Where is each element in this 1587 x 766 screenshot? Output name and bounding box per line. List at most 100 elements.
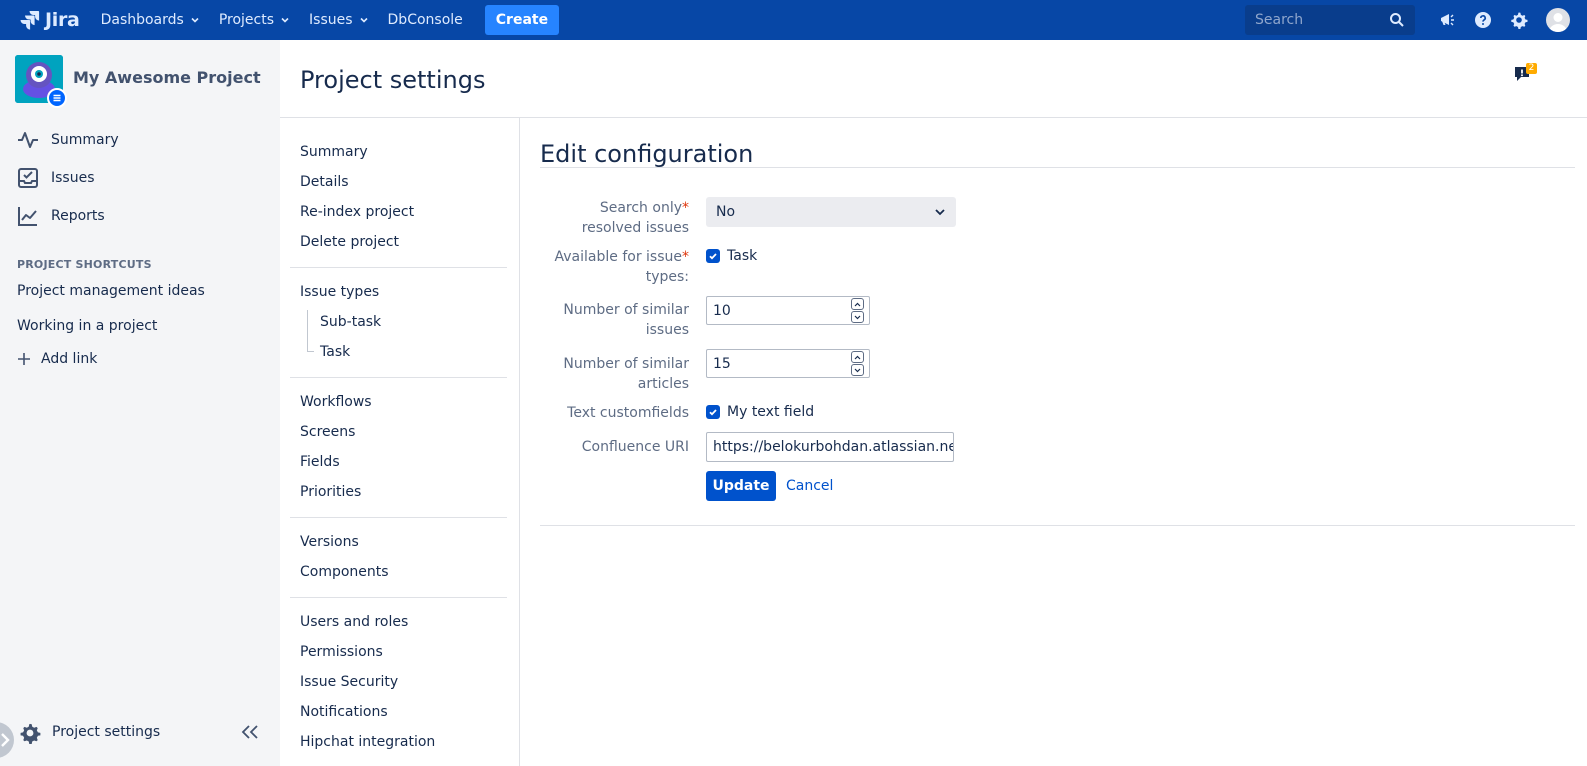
search-box [1245, 5, 1415, 35]
reports-icon [16, 204, 40, 228]
task-checkbox[interactable] [706, 249, 720, 263]
settings-nav-issue-types[interactable]: Issue types [300, 284, 379, 300]
settings-gear-icon[interactable] [19, 722, 41, 744]
text-customfield-option: My text field [706, 404, 814, 420]
similar-issues-stepper [851, 298, 864, 323]
issues-icon [16, 166, 40, 190]
settings-nav-summary[interactable]: Summary [300, 144, 368, 160]
nav-dashboards[interactable]: Dashboards [101, 12, 200, 28]
search-input[interactable] [1245, 12, 1380, 28]
sidebar-item-summary[interactable]: Summary [16, 128, 119, 152]
shortcut-project-management-ideas[interactable]: Project management ideas [17, 283, 205, 299]
my-text-field-checkbox-label: My text field [727, 404, 815, 420]
collapse-sidebar-icon[interactable] [241, 725, 259, 739]
text-customfields-label: Text customfields [567, 405, 689, 421]
feedback-count-badge: 2 [1526, 63, 1537, 74]
required-mark: * [682, 249, 689, 265]
activity-icon [16, 128, 40, 152]
settings-nav-screens[interactable]: Screens [300, 424, 355, 440]
settings-nav-components[interactable]: Components [300, 564, 389, 580]
settings-nav-fields[interactable]: Fields [300, 454, 340, 470]
search-resolved-value: No [716, 204, 736, 220]
issue-types-label-line2: types: [645, 269, 689, 285]
divider [540, 525, 1575, 526]
sidebar-item-label: Summary [51, 132, 119, 148]
jira-logo[interactable]: Jira [20, 9, 80, 31]
add-link-button[interactable]: Add link [17, 351, 97, 367]
sidebar-item-issues[interactable]: Issues [16, 166, 95, 190]
settings-nav-versions[interactable]: Versions [300, 534, 359, 550]
issue-types-label-line1: Available for issue [554, 249, 682, 265]
chevron-down-icon [281, 17, 289, 23]
similar-articles-input[interactable]: 15 [706, 349, 870, 378]
settings-nav-workflows[interactable]: Workflows [300, 394, 372, 410]
notifications-megaphone-icon[interactable] [1437, 10, 1457, 30]
increment-button[interactable] [851, 298, 864, 310]
settings-nav-task[interactable]: Task [320, 344, 350, 360]
chevron-down-icon [854, 368, 861, 372]
sidebar-item-reports[interactable]: Reports [16, 204, 105, 228]
project-type-badge-icon [47, 88, 67, 108]
nav-issues-label: Issues [309, 12, 353, 28]
expand-handle[interactable] [0, 722, 14, 758]
nav-projects[interactable]: Projects [219, 12, 290, 28]
similar-issues-value: 10 [713, 302, 731, 319]
my-text-field-checkbox[interactable] [706, 405, 720, 419]
chevron-down-icon [359, 17, 368, 23]
decrement-button[interactable] [851, 311, 864, 323]
chevron-right-icon [1, 733, 10, 747]
search-resolved-select[interactable]: No [706, 197, 956, 227]
settings-nav-hipchat[interactable]: Hipchat integration [300, 734, 435, 750]
settings-nav-issue-security[interactable]: Issue Security [300, 674, 398, 690]
similar-issues-input[interactable]: 10 [706, 296, 870, 325]
similar-issues-label-line2: issues [645, 322, 689, 338]
confluence-uri-label: Confluence URI [581, 439, 689, 455]
decrement-button[interactable] [851, 364, 864, 376]
shortcut-working-in-a-project[interactable]: Working in a project [17, 318, 157, 334]
nav-dbconsole[interactable]: DbConsole [388, 12, 463, 28]
search-resolved-label: Search only* resolved issues [529, 198, 689, 238]
cancel-link[interactable]: Cancel [786, 478, 833, 494]
create-button[interactable]: Create [484, 5, 560, 35]
chevron-down-icon [191, 17, 199, 23]
similar-articles-stepper [851, 351, 864, 376]
task-checkbox-label: Task [727, 248, 758, 264]
increment-button[interactable] [851, 351, 864, 363]
page-header: Project settings 2 [280, 40, 1587, 118]
settings-nav-delete[interactable]: Delete project [300, 234, 399, 250]
search-resolved-label-line1: Search only [599, 200, 682, 216]
checkmark-icon [709, 253, 717, 260]
settings-nav-notifications[interactable]: Notifications [300, 704, 388, 720]
edit-configuration-panel: Edit configuration Search only* resolved… [521, 118, 1587, 766]
confluence-uri-input[interactable]: https://belokurbohdan.atlassian.net/wiki [706, 432, 954, 462]
page-title: Project settings [300, 66, 486, 94]
jira-logo-text: Jira [45, 9, 80, 31]
settings-nav-reindex[interactable]: Re-index project [300, 204, 414, 220]
project-avatar[interactable] [15, 55, 67, 108]
project-name[interactable]: My Awesome Project [73, 68, 261, 87]
update-button[interactable]: Update [706, 471, 776, 501]
divider [540, 167, 1575, 168]
divider [290, 377, 507, 378]
settings-nav-users-roles[interactable]: Users and roles [300, 614, 408, 630]
gear-icon[interactable] [1509, 10, 1529, 30]
nav-issues[interactable]: Issues [309, 12, 369, 28]
search-icon[interactable] [1389, 12, 1405, 28]
settings-nav-permissions[interactable]: Permissions [300, 644, 383, 660]
project-shortcuts-heading: PROJECT SHORTCUTS [17, 258, 152, 271]
divider [290, 517, 507, 518]
issue-types-label: Available for issue* types: [529, 247, 689, 287]
user-avatar[interactable] [1546, 8, 1570, 32]
settings-navigation: Summary Details Re-index project Delete … [280, 118, 520, 766]
add-link-label: Add link [41, 351, 98, 367]
settings-nav-priorities[interactable]: Priorities [300, 484, 361, 500]
settings-nav-details[interactable]: Details [300, 174, 349, 190]
project-settings-link[interactable]: Project settings [52, 724, 160, 740]
settings-nav-subtask[interactable]: Sub-task [320, 314, 381, 330]
top-navigation: Jira Dashboards Projects Issues DbConsol… [0, 0, 1587, 40]
nav-projects-label: Projects [218, 12, 275, 28]
sidebar-item-label: Issues [51, 170, 95, 186]
form-title: Edit configuration [540, 140, 754, 168]
sidebar-footer: Project settings [0, 716, 280, 758]
help-icon[interactable] [1473, 10, 1493, 30]
